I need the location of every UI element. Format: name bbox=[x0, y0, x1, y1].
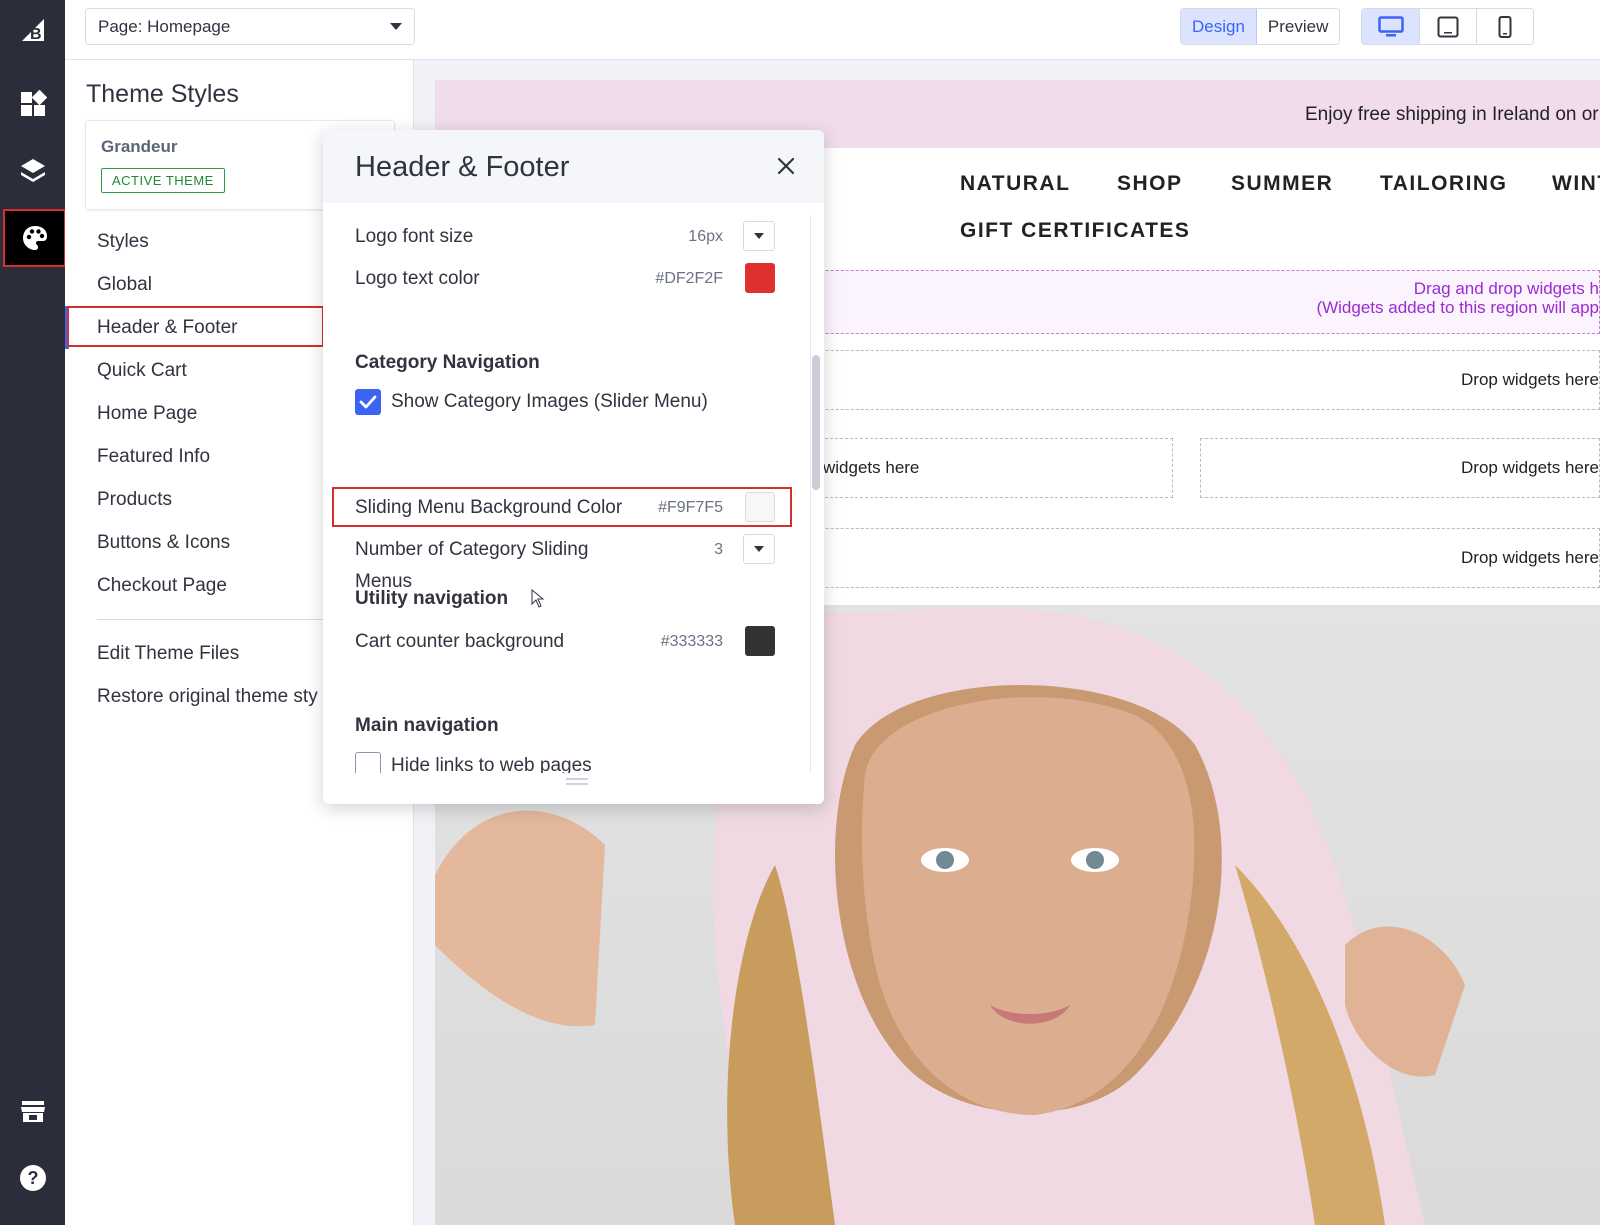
cart-counter-bg-label: Cart counter background bbox=[355, 631, 565, 652]
dialog-body: Logo font size 16px Logo text color #DF2… bbox=[323, 203, 824, 773]
drop-zone-text: widgets here bbox=[823, 458, 920, 477]
main-navigation-heading: Main navigation bbox=[355, 715, 499, 736]
palette-icon[interactable] bbox=[3, 209, 66, 267]
show-category-images-label: Show Category Images (Slider Menu) bbox=[391, 391, 708, 412]
mobile-icon bbox=[1498, 15, 1512, 38]
logo-text-color-label: Logo text color bbox=[355, 268, 480, 289]
logo-font-size-row: Logo font size 16px bbox=[355, 221, 775, 251]
number-of-sliding-menus-label-1: Number of Category Sliding bbox=[355, 539, 589, 560]
svg-text:B: B bbox=[30, 26, 42, 43]
logo-font-size-value: 16px bbox=[688, 228, 723, 245]
tablet-view-button[interactable] bbox=[1419, 9, 1476, 44]
logo-text-color-row: Logo text color #DF2F2F bbox=[355, 263, 775, 293]
hide-links-checkbox[interactable] bbox=[355, 752, 381, 773]
left-rail: B ? bbox=[0, 0, 66, 1225]
chevron-down-icon bbox=[754, 546, 764, 552]
storefront-icon[interactable] bbox=[0, 1083, 65, 1139]
menu-item-gift-certificates[interactable]: GIFT CERTIFICATES bbox=[960, 219, 1190, 243]
mobile-view-button[interactable] bbox=[1476, 9, 1533, 44]
drop-zone[interactable]: Drop widgets here bbox=[1200, 438, 1600, 498]
page-select-value: Page: Homepage bbox=[98, 16, 231, 36]
design-button[interactable]: Design bbox=[1181, 9, 1257, 44]
number-of-sliding-menus-row: Number of Category Sliding Menus 3 bbox=[355, 534, 775, 593]
menu-item-winter[interactable]: WINT bbox=[1552, 172, 1600, 196]
cart-counter-bg-row: Cart counter background #333333 bbox=[355, 626, 775, 656]
close-icon[interactable] bbox=[774, 154, 798, 178]
help-icon[interactable]: ? bbox=[0, 1150, 65, 1206]
active-theme-badge: ACTIVE THEME bbox=[101, 168, 225, 193]
top-bar: Page: Homepage Design Preview bbox=[65, 0, 1600, 60]
drop-zone-text: Drop widgets here bbox=[1461, 458, 1599, 477]
page-select[interactable]: Page: Homepage bbox=[85, 8, 415, 45]
widget-drop-hint-line1: Drag and drop widgets h bbox=[1413, 279, 1599, 298]
menu-item-tailoring[interactable]: TAILORING bbox=[1380, 172, 1507, 196]
scrollbar-thumb[interactable] bbox=[812, 355, 820, 490]
widget-drop-hint: Drag and drop widgets h (Widgets added t… bbox=[1316, 279, 1599, 317]
category-navigation-heading: Category Navigation bbox=[355, 352, 540, 373]
desktop-icon bbox=[1377, 15, 1404, 36]
tablet-icon bbox=[1437, 16, 1459, 37]
hide-links-label: Hide links to web pages bbox=[391, 755, 592, 773]
logo-font-size-dropdown[interactable] bbox=[743, 221, 775, 251]
drop-zone-text: Drop widgets here bbox=[1461, 548, 1599, 567]
sliding-menu-bg-row: Sliding Menu Background Color #F9F7F5 bbox=[355, 492, 775, 522]
dialog-title: Header & Footer bbox=[355, 151, 570, 183]
bigcommerce-logo-icon[interactable]: B bbox=[0, 0, 65, 56]
preview-button[interactable]: Preview bbox=[1256, 9, 1340, 44]
dialog-header: Header & Footer bbox=[323, 130, 824, 203]
widget-drop-hint-line2: (Widgets added to this region will app bbox=[1316, 298, 1599, 317]
number-of-sliding-menus-value: 3 bbox=[714, 541, 723, 558]
chevron-down-icon bbox=[390, 23, 402, 30]
drop-zone-text: Drop widgets here bbox=[1461, 370, 1599, 389]
resize-handle-icon[interactable] bbox=[566, 778, 588, 788]
mouse-cursor-icon bbox=[531, 588, 545, 615]
header-footer-dialog: Header & Footer Logo font size 16px Logo… bbox=[323, 130, 824, 804]
sliding-menu-bg-swatch[interactable] bbox=[745, 492, 775, 522]
dialog-scrollbar[interactable] bbox=[810, 215, 820, 773]
cart-counter-bg-swatch[interactable] bbox=[745, 626, 775, 656]
menu-item-shop[interactable]: SHOP bbox=[1117, 172, 1183, 196]
logo-text-color-swatch[interactable] bbox=[745, 263, 775, 293]
chevron-down-icon bbox=[754, 233, 764, 239]
dashboard-icon[interactable] bbox=[0, 76, 65, 132]
desktop-view-button[interactable] bbox=[1362, 9, 1419, 44]
device-toggle bbox=[1361, 8, 1534, 45]
layers-icon[interactable] bbox=[0, 143, 65, 199]
logo-font-size-label: Logo font size bbox=[355, 226, 474, 247]
mode-toggle: Design Preview bbox=[1180, 8, 1341, 45]
utility-navigation-heading: Utility navigation bbox=[355, 588, 509, 609]
svg-text:?: ? bbox=[27, 1168, 38, 1188]
show-category-images-checkbox[interactable] bbox=[355, 389, 381, 415]
menu-item-summer[interactable]: SUMMER bbox=[1231, 172, 1333, 196]
sliding-menu-bg-label: Sliding Menu Background Color bbox=[355, 497, 623, 518]
panel-title: Theme Styles bbox=[86, 80, 239, 108]
sliding-menu-bg-value: #F9F7F5 bbox=[658, 499, 723, 516]
menu-item-natural[interactable]: NATURAL bbox=[960, 172, 1070, 196]
logo-text-color-value: #DF2F2F bbox=[655, 270, 723, 287]
cart-counter-bg-value: #333333 bbox=[660, 633, 723, 650]
number-of-sliding-menus-dropdown[interactable] bbox=[743, 534, 775, 564]
theme-name: Grandeur bbox=[101, 137, 178, 156]
promo-text: Enjoy free shipping in Ireland on or bbox=[1305, 104, 1599, 125]
nav-divider bbox=[97, 619, 327, 620]
